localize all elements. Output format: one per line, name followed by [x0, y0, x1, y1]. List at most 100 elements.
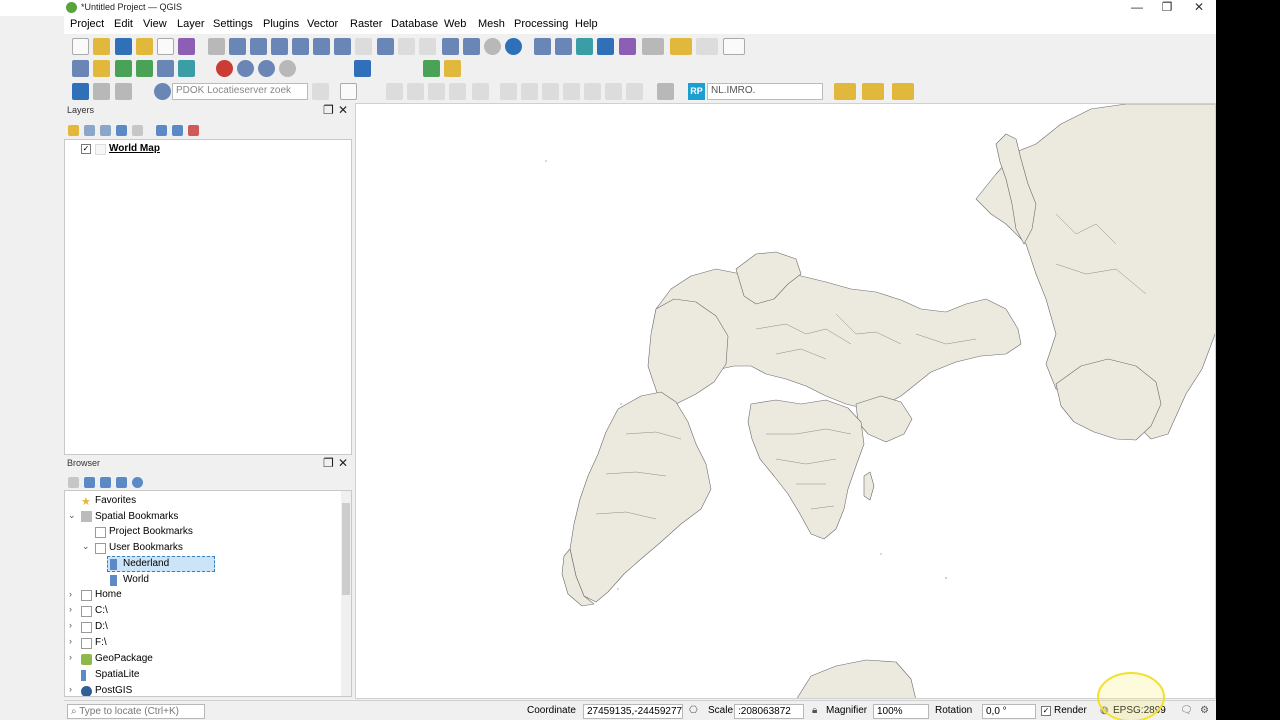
- render-checkbox[interactable]: ✓: [1041, 706, 1051, 716]
- measure-line-icon[interactable]: [642, 38, 664, 55]
- zoom-last-icon[interactable]: [377, 38, 394, 55]
- pan-to-selection-icon[interactable]: [229, 38, 246, 55]
- menu-settings[interactable]: Settings: [213, 18, 253, 30]
- map-canvas[interactable]: [355, 103, 1216, 699]
- help-icon[interactable]: [354, 60, 371, 77]
- zoom-next-icon[interactable]: [398, 38, 415, 55]
- add-vector-layer-icon[interactable]: [93, 60, 110, 77]
- zoom-full-icon[interactable]: [292, 38, 309, 55]
- plugin-tool-icon[interactable]: [444, 60, 461, 77]
- zoom-out-icon[interactable]: [271, 38, 288, 55]
- chevron-down-icon[interactable]: ⌄: [68, 510, 76, 521]
- menu-layer[interactable]: Layer: [177, 18, 205, 30]
- delete-selected-icon[interactable]: [521, 83, 538, 100]
- python-console-icon[interactable]: [72, 83, 89, 100]
- menu-web[interactable]: Web: [444, 18, 466, 30]
- float-panel-icon[interactable]: ❐: [323, 456, 334, 470]
- menu-plugins[interactable]: Plugins: [263, 18, 299, 30]
- save-edits-icon[interactable]: [428, 83, 445, 100]
- browser-scrollbar[interactable]: [341, 491, 351, 696]
- browser-item-project-bookmarks[interactable]: Project Bookmarks: [109, 526, 193, 537]
- chevron-right-icon[interactable]: ›: [69, 620, 72, 630]
- browser-item-user-bookmarks[interactable]: User Bookmarks: [109, 542, 183, 553]
- browser-item-spatialite[interactable]: SpatiaLite: [95, 669, 139, 680]
- undo-icon[interactable]: [605, 83, 622, 100]
- new-project-icon[interactable]: [72, 38, 89, 55]
- coordinate-field[interactable]: 27459135,-24459277: [583, 704, 683, 719]
- close-button[interactable]: ✕: [1184, 0, 1214, 16]
- digitize-icon[interactable]: [136, 60, 153, 77]
- menu-mesh[interactable]: Mesh: [478, 18, 505, 30]
- modify-attributes-icon[interactable]: [500, 83, 517, 100]
- attribute-table-icon[interactable]: [555, 38, 572, 55]
- show-bookmarks-icon[interactable]: [463, 38, 480, 55]
- float-panel-icon[interactable]: ❐: [323, 103, 334, 117]
- layer-visibility-checkbox[interactable]: ✓: [81, 144, 91, 154]
- expand-all-icon[interactable]: [156, 125, 167, 136]
- collapse-browser-icon[interactable]: [116, 477, 127, 488]
- add-wfs-layer-icon[interactable]: [258, 60, 275, 77]
- messages-icon[interactable]: 🗨︎: [1180, 705, 1193, 716]
- add-feature-icon[interactable]: [449, 83, 466, 100]
- clear-search-icon[interactable]: [312, 83, 329, 100]
- field-calculator-icon[interactable]: [576, 38, 593, 55]
- add-selected-layers-icon[interactable]: [68, 477, 79, 488]
- open-project-icon[interactable]: [93, 38, 110, 55]
- rotation-field[interactable]: 0,0 °: [982, 704, 1036, 719]
- paste-features-icon[interactable]: [584, 83, 601, 100]
- add-group-icon[interactable]: [84, 125, 95, 136]
- remove-layer-icon[interactable]: [188, 125, 199, 136]
- log-messages-icon[interactable]: ⚙︎: [1200, 705, 1209, 716]
- pdok-search-input[interactable]: PDOK Locatieserver zoek: [172, 83, 308, 100]
- collapse-all-icon[interactable]: [172, 125, 183, 136]
- chevron-right-icon[interactable]: ›: [69, 589, 72, 599]
- manage-visibility-icon[interactable]: [100, 125, 111, 136]
- filter-expression-icon[interactable]: [132, 125, 143, 136]
- chevron-right-icon[interactable]: ›: [69, 604, 72, 614]
- zoom-native-icon[interactable]: [355, 38, 372, 55]
- browser-item-favorites[interactable]: Favorites: [95, 495, 136, 506]
- statistical-summary-icon[interactable]: [619, 38, 636, 55]
- pdok-locator-icon[interactable]: [154, 83, 171, 100]
- browser-item-nederland[interactable]: Nederland: [123, 558, 169, 569]
- pan-map-icon[interactable]: [208, 38, 225, 55]
- save-project-icon[interactable]: [115, 38, 132, 55]
- new-bookmark-icon[interactable]: [442, 38, 459, 55]
- temporal-controller-icon[interactable]: [484, 38, 501, 55]
- browser-item-world[interactable]: World: [123, 574, 149, 585]
- deselect-tool-icon[interactable]: [892, 83, 914, 100]
- add-mesh-layer-icon[interactable]: [157, 60, 174, 77]
- redo-icon[interactable]: [626, 83, 643, 100]
- chevron-right-icon[interactable]: ›: [69, 652, 72, 662]
- browser-item-postgis[interactable]: PostGIS: [95, 685, 132, 696]
- text-annotation-icon[interactable]: [723, 38, 745, 55]
- scale-field[interactable]: :208063872: [734, 704, 804, 719]
- chevron-right-icon[interactable]: ›: [69, 684, 72, 694]
- add-wcs-layer-icon[interactable]: [237, 60, 254, 77]
- quick-map-search-icon[interactable]: [423, 60, 440, 77]
- refresh-browser-icon[interactable]: [84, 477, 95, 488]
- menu-raster[interactable]: Raster: [350, 18, 382, 30]
- locate-search-input[interactable]: ⌕ Type to locate (Ctrl+K): [67, 704, 205, 719]
- menu-help[interactable]: Help: [575, 18, 598, 30]
- extents-toggle-icon[interactable]: ⎔: [689, 705, 698, 716]
- cut-features-icon[interactable]: [542, 83, 559, 100]
- menu-database[interactable]: Database: [391, 18, 438, 30]
- menu-view[interactable]: View: [143, 18, 167, 30]
- pdok-services-icon[interactable]: [115, 83, 132, 100]
- scrollbar-thumb[interactable]: [342, 503, 350, 595]
- menu-edit[interactable]: Edit: [114, 18, 133, 30]
- nlimro-input[interactable]: NL.IMRO.: [707, 83, 823, 100]
- rp-badge-icon[interactable]: RP: [688, 83, 705, 100]
- filter-legend-icon[interactable]: [116, 125, 127, 136]
- lock-scale-icon[interactable]: 🔒︎: [812, 705, 817, 716]
- draw-tool-icon[interactable]: [862, 83, 884, 100]
- map-tips-icon[interactable]: [670, 38, 692, 55]
- chevron-right-icon[interactable]: ›: [69, 636, 72, 646]
- browser-item-c-drive[interactable]: C:\: [95, 605, 108, 616]
- add-wms-layer-icon[interactable]: [216, 60, 233, 77]
- close-panel-icon[interactable]: ✕: [338, 456, 348, 470]
- coordinate-capture-icon[interactable]: [340, 83, 357, 100]
- minimize-button[interactable]: —: [1122, 0, 1152, 16]
- layer-item-world-map[interactable]: World Map: [109, 143, 160, 154]
